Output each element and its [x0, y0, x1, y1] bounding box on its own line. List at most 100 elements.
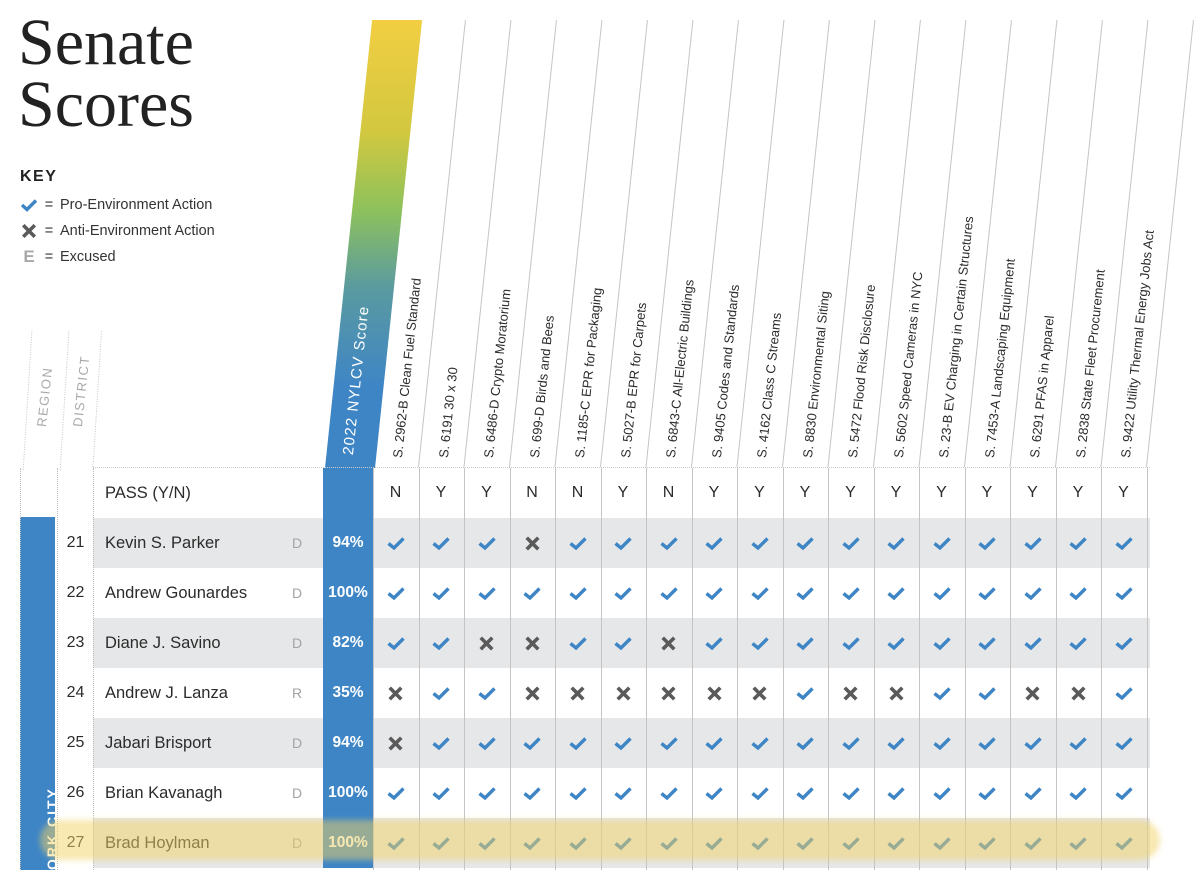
senator-row: 26 Brian Kavanagh D 100%: [20, 768, 1150, 818]
check-icon: [510, 568, 555, 618]
pass-value: N: [571, 484, 584, 501]
check-icon: [601, 518, 646, 568]
party-badge: D: [292, 585, 303, 601]
column-divider: [782, 468, 784, 870]
check-icon: [601, 568, 646, 618]
column-divider: [509, 468, 511, 870]
check-icon: [464, 518, 509, 568]
check-icon: [646, 518, 691, 568]
senator-row: 22 Andrew Gounardes D 100%: [20, 568, 1150, 618]
pass-value: Y: [754, 484, 765, 501]
column-divider: [828, 468, 829, 870]
region-label: ORK CITY: [44, 787, 60, 870]
check-icon: [692, 618, 737, 668]
score-value: 94%: [323, 718, 373, 768]
check-icon: [828, 718, 873, 768]
check-icon: [601, 718, 646, 768]
cross-icon: [1010, 668, 1055, 718]
check-icon: [965, 668, 1010, 718]
check-icon: [373, 618, 418, 668]
check-icon: [646, 768, 691, 818]
cross-icon: [510, 518, 555, 568]
pass-value: Y: [981, 484, 993, 501]
cross-icon: [874, 668, 919, 718]
check-icon: [828, 818, 873, 868]
check-icon: [783, 718, 828, 768]
pass-value: Y: [617, 484, 629, 501]
check-icon: [737, 768, 782, 818]
check-icon: [464, 668, 509, 718]
check-icon: [692, 768, 737, 818]
check-icon: [373, 568, 418, 618]
district-number: 21: [66, 534, 85, 551]
check-icon: [783, 818, 828, 868]
check-icon: [1010, 768, 1055, 818]
check-icon: [1101, 718, 1146, 768]
check-icon: [419, 518, 464, 568]
cross-icon: [601, 668, 646, 718]
column-divider: [737, 468, 738, 870]
check-icon: [828, 518, 873, 568]
column-divider: [646, 468, 647, 870]
check-icon: [919, 618, 964, 668]
check-icon: [965, 718, 1010, 768]
check-icon: [510, 768, 555, 818]
check-icon: [1056, 718, 1101, 768]
party-badge: D: [292, 535, 303, 551]
pass-value: N: [526, 484, 538, 501]
header-dotted-line: [92, 329, 103, 468]
party-badge: D: [292, 785, 303, 801]
senator-name: Brian Kavanagh: [105, 784, 223, 802]
pass-value: N: [662, 484, 675, 501]
column-divider: [464, 468, 465, 870]
cross-icon: [646, 668, 691, 718]
check-icon: [646, 718, 691, 768]
check-icon: [965, 818, 1010, 868]
check-icon: [373, 518, 418, 568]
cross-icon: [737, 668, 782, 718]
check-icon: [1101, 768, 1146, 818]
party-badge: D: [292, 835, 303, 851]
score-bar-cell: [323, 468, 373, 518]
check-icon: [646, 568, 691, 618]
check-icon: [919, 518, 964, 568]
senator-row: 24 Andrew J. Lanza R 35%: [20, 668, 1150, 718]
check-icon: [555, 518, 600, 568]
column-divider: [873, 468, 875, 870]
check-icon: [919, 668, 964, 718]
check-icon: [601, 618, 646, 668]
check-icon: [737, 518, 782, 568]
pass-value: Y: [481, 484, 492, 501]
check-icon: [965, 768, 1010, 818]
check-icon: [601, 818, 646, 868]
check-icon: [464, 818, 509, 868]
check-icon: [783, 568, 828, 618]
check-icon: [555, 818, 600, 868]
check-icon: [874, 768, 919, 818]
header-dotted-line: [22, 329, 33, 470]
check-icon: [419, 618, 464, 668]
check-icon: [464, 718, 509, 768]
check-icon: [874, 568, 919, 618]
senator-name: Kevin S. Parker: [105, 534, 220, 552]
district-number: 24: [66, 684, 85, 701]
senator-name: Jabari Brisport: [105, 734, 212, 752]
pass-value: Y: [936, 484, 947, 501]
pass-value: Y: [1027, 484, 1038, 501]
check-icon: [874, 518, 919, 568]
check-icon: [464, 768, 509, 818]
check-icon: [874, 618, 919, 668]
check-icon: [692, 518, 737, 568]
check-icon: [874, 718, 919, 768]
check-icon: [783, 518, 828, 568]
check-icon: [965, 518, 1010, 568]
cross-icon: [555, 668, 600, 718]
district-number: 26: [66, 784, 85, 801]
check-icon: [783, 768, 828, 818]
pass-value: Y: [1072, 484, 1084, 501]
check-icon: [1010, 718, 1055, 768]
cross-icon: [646, 618, 691, 668]
check-icon: [1101, 818, 1146, 868]
check-icon: [1010, 618, 1055, 668]
pass-label: PASS (Y/N): [105, 484, 191, 502]
